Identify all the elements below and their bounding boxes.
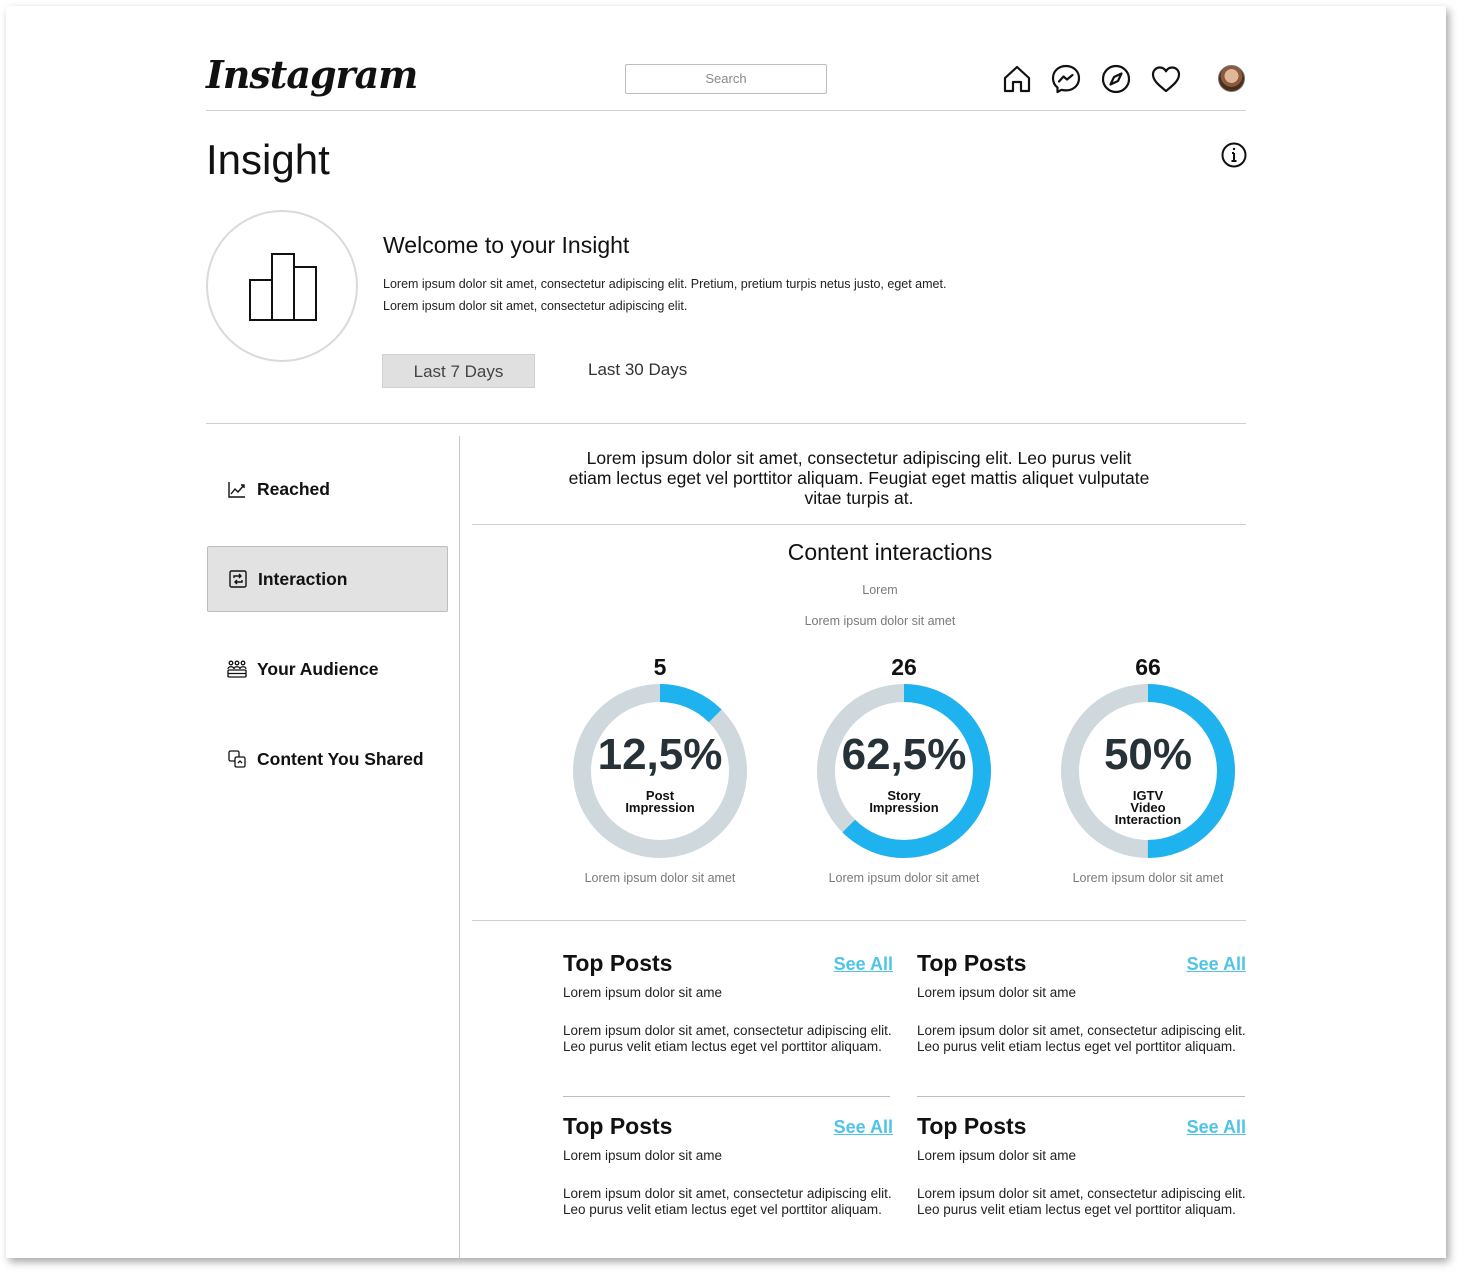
donut-label-line: Impression — [869, 800, 939, 815]
bar-chart-icon — [249, 253, 317, 321]
home-icon[interactable] — [1001, 63, 1033, 95]
card-body: Lorem ipsum dolor sit amet, consectetur … — [563, 1023, 892, 1054]
tab-last-7-days[interactable]: Last 7 Days — [382, 354, 535, 388]
welcome-text-line-2: Lorem ipsum dolor sit amet, consectetur … — [383, 299, 688, 313]
card-subtitle: Lorem ipsum dolor sit ame — [917, 1148, 1077, 1163]
trend-chart-icon — [227, 479, 247, 499]
card-subtitle: Lorem ipsum dolor sit ame — [917, 985, 1077, 1000]
top-posts-card: Top Posts See All Lorem ipsum dolor sit … — [563, 950, 893, 1055]
tab-last-30-days[interactable]: Last 30 Days — [588, 360, 687, 380]
card-body: Lorem ipsum dolor sit amet, consectetur … — [563, 1186, 892, 1217]
card-body: Lorem ipsum dolor sit amet, consectetur … — [917, 1023, 1246, 1054]
card-divider — [563, 1096, 890, 1097]
donut-label-line: Interaction — [1114, 812, 1182, 827]
header-divider — [206, 110, 1246, 111]
card-subtitle: Lorem ipsum dolor sit ame — [563, 1148, 723, 1163]
explore-compass-icon[interactable] — [1100, 63, 1132, 95]
instagram-logo[interactable]: Instagram — [206, 52, 418, 97]
page: Instagram Search Insight Welcome to your… — [6, 6, 1446, 1259]
info-icon[interactable] — [1220, 141, 1248, 169]
donut-story-impression: 26 62,5% Story Impression Lorem ipsum dolor … — [814, 646, 994, 886]
sidebar-item-label: Your Audience — [257, 658, 379, 679]
intro-text: Lorem ipsum dolor sit amet, consectetur … — [568, 448, 1150, 508]
sidebar-item-label: Content You Shared — [257, 748, 424, 769]
sidebar-item-label: Interaction — [258, 568, 348, 589]
top-posts-card: Top Posts See All Lorem ipsum dolor sit … — [917, 950, 1246, 1055]
page-title: Insight — [206, 136, 330, 183]
section-sub-2: Lorem ipsum dolor sit amet — [804, 614, 956, 628]
profile-avatar[interactable] — [1218, 65, 1245, 92]
see-all-link[interactable]: See All — [834, 1117, 893, 1138]
donut-igtv-video-interaction: 66 50% IGTV Video Interaction Lorem ipsum dol… — [1058, 646, 1238, 886]
see-all-link[interactable]: See All — [1187, 1117, 1246, 1138]
card-subtitle: Lorem ipsum dolor sit ame — [563, 985, 723, 1000]
sidebar-item-your-audience[interactable]: Your Audience — [207, 636, 448, 702]
welcome-text-line-1: Lorem ipsum dolor sit amet, consectetur … — [383, 277, 947, 291]
donut-label-line: Impression — [625, 800, 695, 815]
card-body: Lorem ipsum dolor sit amet, consectetur … — [917, 1186, 1246, 1217]
sidebar-item-reached[interactable]: Reached — [207, 456, 448, 522]
intro-divider — [472, 524, 1246, 525]
top-posts-card: Top Posts See All Lorem ipsum dolor sit … — [563, 1113, 893, 1218]
content-interactions-title: Content interactions — [787, 539, 993, 565]
welcome-heading: Welcome to your Insight — [383, 232, 630, 258]
donut-percent: 12,5% — [597, 730, 723, 779]
sidebar-item-content-you-shared[interactable]: Content You Shared — [207, 726, 448, 792]
repost-icon — [228, 569, 248, 589]
audience-icon — [227, 659, 247, 679]
sidebar-item-interaction[interactable]: Interaction — [207, 546, 448, 612]
see-all-link[interactable]: See All — [834, 954, 893, 975]
donut-label: Post Impression — [570, 789, 750, 815]
donut-label: Story Impression — [814, 789, 994, 815]
donut-divider — [472, 920, 1246, 921]
sidebar-item-label: Reached — [257, 478, 330, 499]
search-input[interactable]: Search — [625, 64, 827, 94]
sidebar-divider — [459, 436, 460, 1259]
top-posts-card: Top Posts See All Lorem ipsum dolor sit … — [917, 1113, 1246, 1218]
donut-percent: 62,5% — [841, 730, 967, 779]
heart-icon[interactable] — [1150, 63, 1182, 95]
insight-illustration — [206, 210, 358, 362]
donut-percent: 50% — [1103, 730, 1193, 779]
donut-post-impression: 5 12,5% Post Impression Lorem ipsum dolor si… — [570, 646, 750, 886]
messenger-icon[interactable] — [1050, 63, 1082, 95]
section-sub-1: Lorem — [862, 583, 898, 597]
donut-label: IGTV Video Interaction — [1058, 789, 1238, 827]
shared-content-icon — [227, 749, 247, 769]
card-divider — [917, 1096, 1245, 1097]
donut-caption: Lorem ipsum dolor sit amet — [1072, 871, 1224, 885]
see-all-link[interactable]: See All — [1187, 954, 1246, 975]
section-divider — [206, 423, 1246, 424]
